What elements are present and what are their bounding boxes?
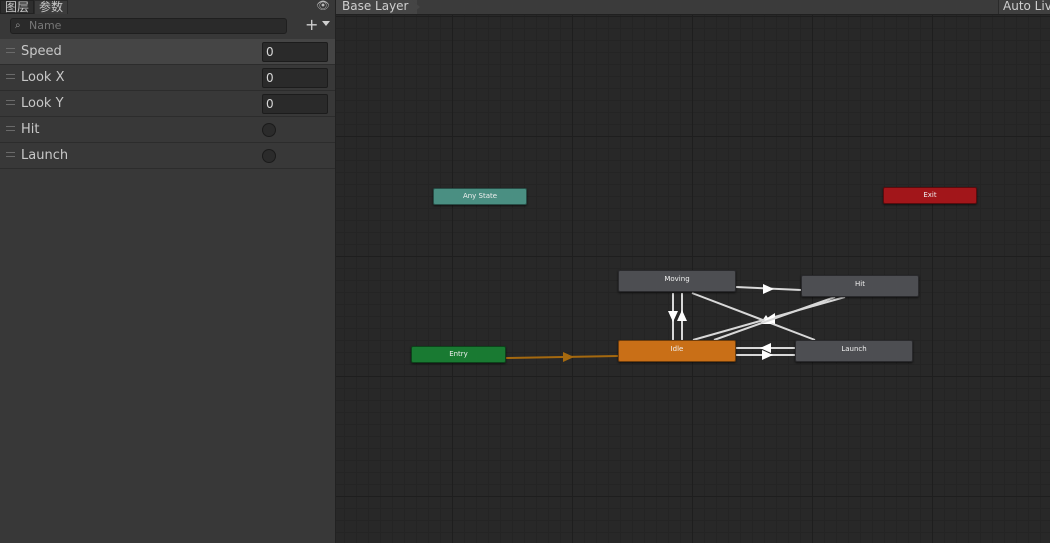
transition-arrow xyxy=(668,311,678,322)
state-hit[interactable]: Hit xyxy=(801,275,919,297)
transition-entry-idle[interactable] xyxy=(505,355,619,359)
state-moving[interactable]: Moving xyxy=(618,270,736,292)
transition-arrow xyxy=(760,343,771,353)
state-exit[interactable]: Exit xyxy=(883,187,977,204)
transition-arrow xyxy=(763,284,774,294)
transition-arrow xyxy=(762,350,773,360)
transition-arrow xyxy=(563,352,574,362)
transition-hit-moving[interactable] xyxy=(713,296,836,341)
state-idle[interactable]: Idle xyxy=(618,340,736,362)
state-entry[interactable]: Entry xyxy=(411,346,506,363)
state-launch[interactable]: Launch xyxy=(795,340,913,362)
transition-moving-launch[interactable] xyxy=(691,292,816,341)
state-any-state[interactable]: Any State xyxy=(433,188,527,205)
transition-arrow xyxy=(677,310,687,321)
transition-layer xyxy=(505,284,846,362)
